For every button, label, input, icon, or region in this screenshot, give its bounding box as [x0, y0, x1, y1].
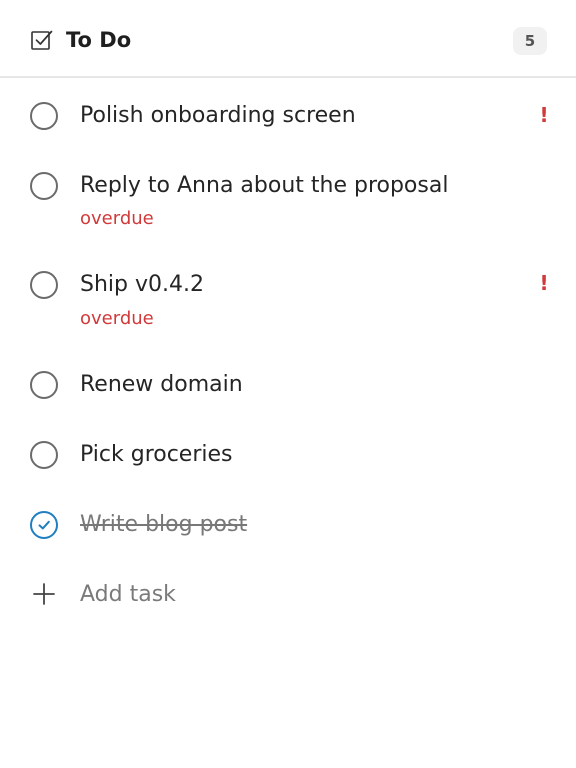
task-title: Reply to Anna about the proposal: [80, 173, 449, 198]
task-title: Ship v0.4.2: [80, 272, 204, 297]
overdue-label: overdue: [80, 308, 154, 329]
task-item-completed[interactable]: Write blog post: [0, 510, 576, 550]
completed-check-icon[interactable]: [29, 510, 59, 540]
overdue-label: overdue: [80, 208, 154, 229]
task-item[interactable]: Ship v0.4.2 overdue !: [0, 270, 576, 334]
checkbox-icon: [31, 30, 53, 50]
task-circle-icon[interactable]: [29, 270, 59, 300]
task-circle-icon[interactable]: [29, 440, 59, 470]
priority-icon: !: [539, 103, 549, 127]
task-title: Renew domain: [80, 372, 243, 397]
page-title: To Do: [66, 28, 132, 52]
task-title: Write blog post: [80, 512, 248, 537]
plus-icon[interactable]: [32, 582, 56, 606]
task-circle-icon[interactable]: [29, 101, 59, 131]
task-title: Polish onboarding screen: [80, 103, 356, 128]
task-item[interactable]: Pick groceries: [0, 440, 576, 480]
task-item[interactable]: Polish onboarding screen !: [0, 101, 576, 141]
priority-icon: !: [539, 271, 549, 295]
task-item[interactable]: Reply to Anna about the proposal overdue: [0, 171, 576, 235]
list-header: To Do 5: [0, 0, 576, 78]
task-circle-icon[interactable]: [29, 370, 59, 400]
add-task-label: Add task: [80, 582, 176, 607]
task-item[interactable]: Renew domain: [0, 370, 576, 410]
task-title: Pick groceries: [80, 442, 233, 467]
add-task-button[interactable]: Add task: [0, 578, 576, 614]
task-circle-icon[interactable]: [29, 171, 59, 201]
task-count-badge: 5: [513, 27, 547, 55]
